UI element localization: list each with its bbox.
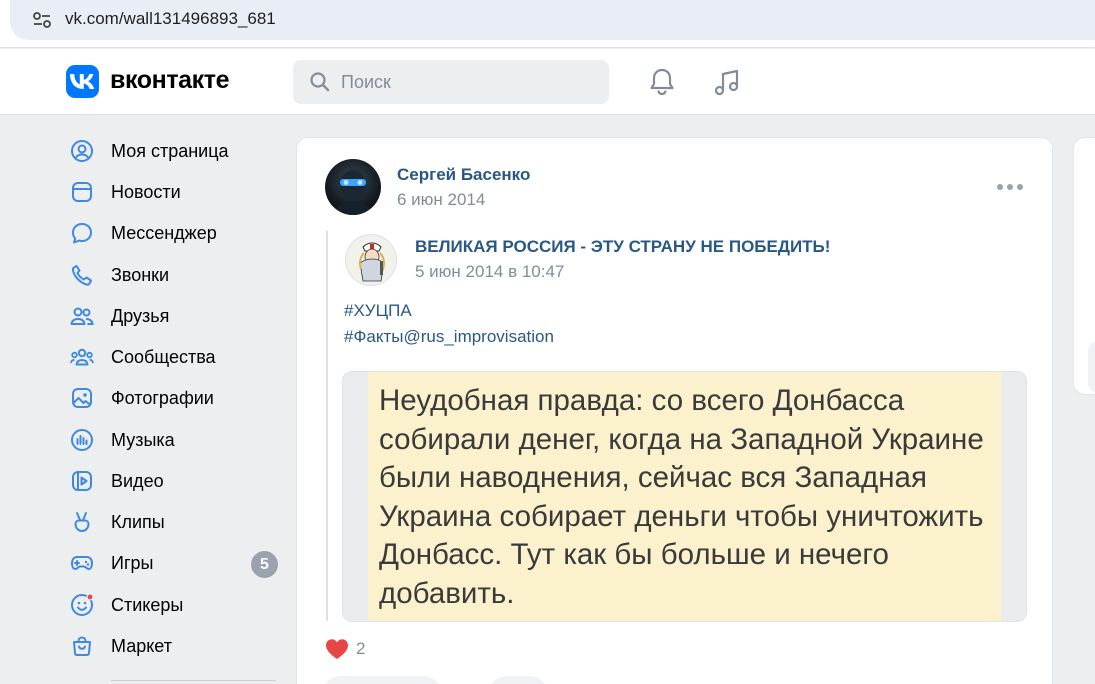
video-icon — [72, 471, 92, 491]
author-avatar[interactable] — [325, 159, 381, 215]
post-author-link[interactable]: Сергей Басенко — [397, 165, 530, 185]
vk-logo-text[interactable]: вконтакте — [110, 66, 230, 95]
sidebar-item-news[interactable]: Новости — [66, 171, 281, 211]
sidebar-item-label: Моя страница — [111, 141, 229, 161]
post-date[interactable]: 6 июн 2014 — [397, 190, 485, 210]
wall-post: Сергей Басенко 6 июн 2014 ВЕЛИКАЯ РОССИЯ… — [296, 137, 1053, 684]
repost-date[interactable]: 5 июн 2014 в 10:47 — [415, 262, 564, 282]
heart-icon — [326, 639, 348, 659]
sidebar-item-label: Звонки — [111, 265, 170, 285]
shopping-bag-icon — [73, 636, 91, 656]
sidebar-item-label: Видео — [111, 471, 164, 491]
right-panel-control[interactable] — [1088, 342, 1095, 392]
sidebar-item-label: Стикеры — [111, 595, 184, 615]
music-bars-icon — [71, 429, 93, 451]
post-image-text: Неудобная правда: со всего Донбасса соби… — [379, 384, 984, 610]
search-input[interactable] — [341, 60, 591, 104]
hashtag-link[interactable]: #Факты@rus_improvisation — [344, 327, 554, 347]
repost-source-link[interactable]: ВЕЛИКАЯ РОССИЯ - ЭТУ СТРАНУ НЕ ПОБЕДИТЬ! — [415, 237, 830, 257]
repost-indent-line — [326, 231, 328, 621]
sidebar-item-video[interactable]: Видео — [66, 460, 281, 500]
sidebar-item-label: Друзья — [111, 306, 170, 326]
news-icon — [72, 182, 92, 202]
sidebar-item-clips[interactable]: Клипы — [66, 501, 281, 541]
like-count: 2 — [356, 639, 366, 658]
url-box[interactable]: vk.com/wall131496893_681 — [10, 0, 1095, 40]
sidebar-item-label: Фотографии — [111, 388, 214, 408]
message-bubble-icon — [72, 223, 92, 244]
games-count-badge: 5 — [251, 551, 278, 578]
post-more-menu-icon[interactable] — [997, 184, 1023, 192]
sidebar-item-market[interactable]: Маркет — [66, 625, 281, 665]
site-settings-icon[interactable] — [32, 10, 52, 30]
post-image[interactable]: Неудобная правда: со всего Донбасса соби… — [342, 371, 1027, 622]
sidebar-item-communities[interactable]: Сообщества — [66, 336, 281, 376]
sidebar-item-label: Игры — [111, 553, 154, 573]
sidebar-item-label: Музыка — [111, 430, 175, 450]
sidebar-item-friends[interactable]: Друзья — [66, 295, 281, 335]
communities-icon — [70, 348, 94, 366]
post-image-content: Неудобная правда: со всего Донбасса соби… — [368, 372, 1001, 621]
vk-logo-icon[interactable] — [66, 65, 99, 98]
vk-header: вконтакте — [0, 49, 1095, 115]
search-icon — [310, 72, 330, 92]
user-circle-icon — [71, 140, 93, 162]
clips-icon — [74, 512, 90, 532]
sticker-icon — [71, 593, 94, 616]
sidebar-item-calls[interactable]: Звонки — [66, 254, 281, 294]
sidebar-item-label: Мессенджер — [111, 223, 217, 243]
sidebar-item-label: Новости — [111, 182, 181, 202]
sidebar-divider — [111, 680, 276, 681]
music-note-icon[interactable] — [712, 67, 742, 97]
avatar-image-icon — [335, 170, 371, 215]
url-text[interactable]: vk.com/wall131496893_681 — [65, 9, 276, 29]
share-button[interactable] — [487, 676, 549, 684]
comment-button[interactable] — [321, 676, 443, 684]
right-panel-card — [1073, 137, 1095, 395]
sidebar-item-photos[interactable]: Фотографии — [66, 377, 281, 417]
sidebar-item-label: Маркет — [111, 636, 172, 656]
friends-icon — [70, 307, 94, 325]
sidebar-item-my-page[interactable]: Моя страница — [66, 130, 281, 170]
repost-avatar-image-icon — [348, 237, 396, 285]
hashtag-link[interactable]: #ХУЦПА — [344, 301, 412, 321]
sidebar-item-stickers[interactable]: Стикеры — [66, 584, 281, 624]
sidebar-item-music[interactable]: Музыка — [66, 419, 281, 459]
browser-address-bar: vk.com/wall131496893_681 — [0, 0, 1095, 48]
sidebar-item-games[interactable]: Игры 5 — [66, 542, 281, 582]
sidebar-item-label: Сообщества — [111, 347, 216, 367]
notifications-bell-icon[interactable] — [648, 67, 676, 97]
gamepad-icon — [71, 556, 93, 570]
photo-icon — [72, 388, 92, 408]
search-box[interactable] — [293, 60, 609, 104]
sidebar-item-label: Клипы — [111, 512, 165, 532]
phone-icon — [71, 265, 92, 286]
repost-source-avatar[interactable] — [345, 234, 397, 286]
sidebar-item-messenger[interactable]: Мессенджер — [66, 212, 281, 252]
